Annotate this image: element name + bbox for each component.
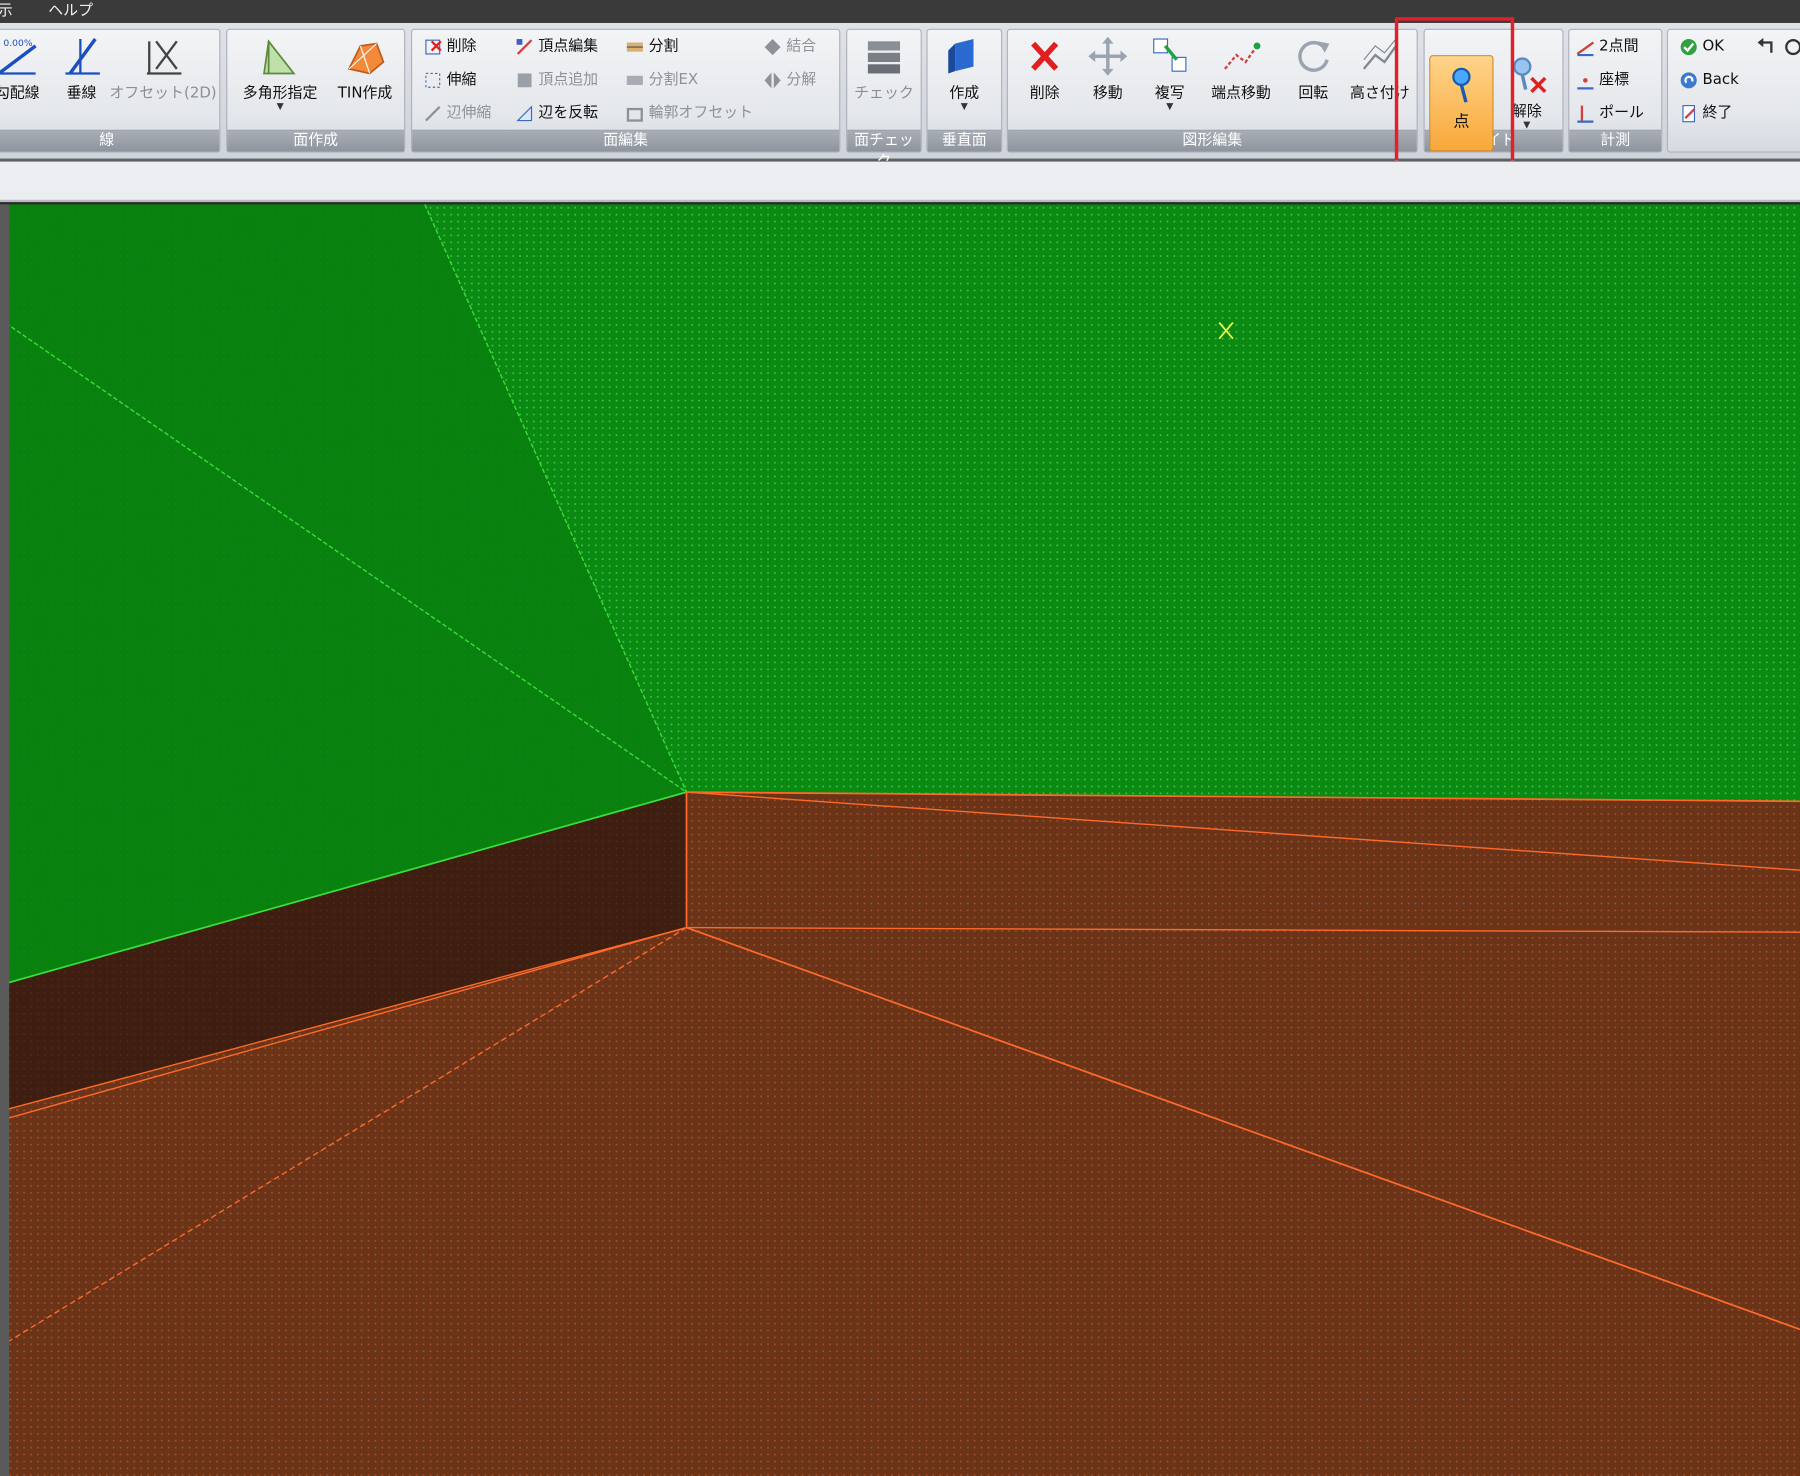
- offset-2d-button[interactable]: オフセット(2D): [109, 34, 217, 102]
- 3d-viewport[interactable]: [0, 204, 1800, 1476]
- decompose-icon: [763, 71, 781, 89]
- split-ex-icon: [626, 71, 644, 89]
- sub-toolbar-strip: [0, 160, 1800, 203]
- vertex-edit-icon: [515, 37, 533, 55]
- rotate-icon: [1293, 34, 1334, 78]
- end-doc-icon: [1680, 104, 1698, 122]
- endpoint-move-icon: [1220, 34, 1261, 78]
- polygon-icon: [259, 34, 300, 78]
- pole-icon: [1576, 104, 1594, 123]
- outline-offset-icon: [626, 104, 644, 122]
- decompose-button[interactable]: 分解: [763, 68, 816, 93]
- end-button[interactable]: 終了: [1680, 101, 1732, 126]
- undo-icon[interactable]: [1755, 37, 1776, 62]
- ok-button[interactable]: OK: [1680, 34, 1724, 59]
- two-point-button[interactable]: 2点間: [1576, 34, 1639, 59]
- create-dropdown-icon[interactable]: ▼: [930, 102, 999, 111]
- join-icon: [763, 37, 781, 55]
- back-button[interactable]: Back: [1680, 68, 1739, 93]
- vertex-add-icon: [515, 71, 533, 89]
- offset-icon: [142, 34, 183, 78]
- coords-icon: [1576, 71, 1594, 89]
- split-ex-button[interactable]: 分割EX: [626, 68, 698, 93]
- group-measure: 2点間 座標 ポール 計測: [1568, 28, 1663, 153]
- group-title-line: 線: [0, 129, 220, 152]
- stretch-icon: [424, 71, 442, 89]
- two-point-icon: [1576, 37, 1595, 56]
- back-arrow-icon: [1680, 71, 1698, 89]
- split-button[interactable]: 分割: [626, 34, 678, 59]
- check-circle-icon: [1680, 37, 1698, 55]
- polygon-button[interactable]: 多角形指定 ▼: [243, 34, 317, 111]
- vertical-face-icon: [944, 34, 985, 78]
- group-title-face-create: 面作成: [227, 129, 405, 152]
- vertex-add-button[interactable]: 頂点追加: [515, 68, 598, 93]
- coords-button[interactable]: 座標: [1576, 68, 1629, 93]
- group-face-create: 多角形指定 ▼ TIN作成 面作成: [226, 28, 406, 153]
- group-title-shape-edit: 図形編集: [1007, 129, 1417, 152]
- group-title-face-edit: 面編集: [412, 129, 840, 152]
- group-confirm: OK Back 終了: [1666, 28, 1800, 153]
- check-stack-icon: [863, 34, 904, 78]
- copy-dropdown-icon[interactable]: ▼: [1135, 102, 1204, 111]
- ribbon-toolbar: 0.00% 勾配線 垂線 オフセット(2D) 線: [0, 17, 1800, 172]
- tin-icon: [344, 34, 385, 78]
- pole-button[interactable]: ポール: [1576, 101, 1644, 126]
- gradient-line-icon: 0.00%: [0, 34, 38, 78]
- group-face-edit: 削除 頂点編集 分割 結合 伸縮 頂点追加 分割EX 分解 辺伸縮 辺を反転 輪…: [410, 28, 841, 153]
- red-x-icon: [1024, 34, 1065, 78]
- viewport-left-border: [0, 204, 10, 1476]
- tin-button[interactable]: TIN作成: [331, 34, 400, 102]
- join-button[interactable]: 結合: [763, 34, 816, 59]
- face-delete-button[interactable]: 削除: [424, 34, 476, 59]
- vertex-edit-button[interactable]: 頂点編集: [515, 34, 598, 59]
- edge-flip-button[interactable]: 辺を反転: [515, 101, 598, 126]
- menu-item-help[interactable]: ヘルプ: [48, 0, 93, 22]
- copy-icon: [1149, 34, 1190, 78]
- edge-flip-icon: [515, 104, 533, 122]
- delete-icon: [424, 37, 442, 55]
- highlight-box: [1394, 17, 1515, 172]
- group-title-measure: 計測: [1569, 129, 1662, 152]
- group-shape-edit: 削除 移動 複写 ▼ 端点移動 回転 高さ付け 図形編集: [1006, 28, 1418, 153]
- vertical-line-icon: [61, 34, 102, 78]
- move-arrows-icon: [1087, 34, 1128, 78]
- group-line: 0.00% 勾配線 垂線 オフセット(2D) 線: [0, 28, 221, 153]
- split-icon: [626, 37, 644, 55]
- menu-item-view[interactable]: 示: [0, 0, 13, 22]
- undo-redo-group: [1755, 34, 1800, 59]
- svg-text:0.00%: 0.00%: [3, 38, 32, 49]
- outline-offset-button[interactable]: 輪郭オフセット: [626, 101, 753, 126]
- menu-bar: 示 ヘルプ: [0, 0, 1800, 23]
- group-title-vertical-face: 垂直面: [927, 129, 1002, 152]
- redo-icon[interactable]: [1783, 37, 1800, 62]
- polygon-dropdown-icon[interactable]: ▼: [246, 102, 315, 111]
- terrain-canvas[interactable]: [0, 204, 1800, 1476]
- edge-stretch-icon: [424, 104, 442, 122]
- group-title-face-check: 面チェック: [847, 129, 921, 170]
- edge-stretch-button[interactable]: 辺伸縮: [424, 101, 491, 126]
- stretch-button[interactable]: 伸縮: [424, 68, 476, 93]
